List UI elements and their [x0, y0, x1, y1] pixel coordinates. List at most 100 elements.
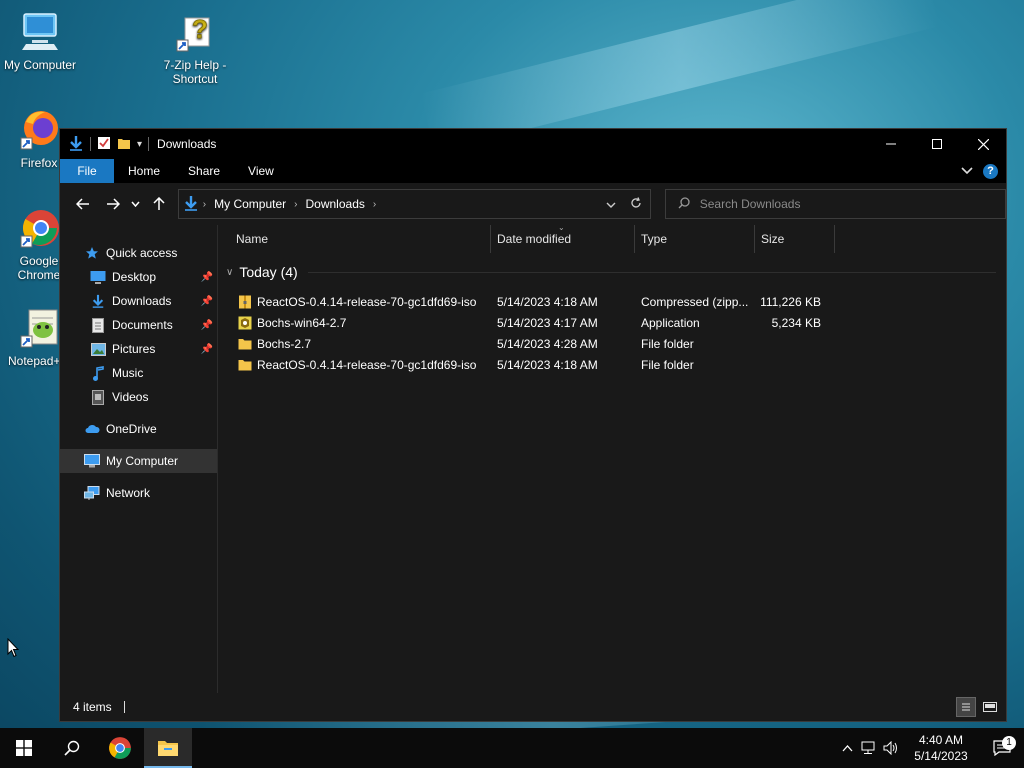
tab-share[interactable]: Share — [174, 159, 234, 183]
group-header-today[interactable]: ∨ Today (4) — [218, 259, 1006, 285]
desktop-icon-7zip-help[interactable]: ? 7-Zip Help - Shortcut — [155, 10, 235, 86]
nav-label: OneDrive — [106, 422, 157, 436]
breadcrumb-my-computer[interactable]: My Computer — [210, 197, 290, 211]
forward-button[interactable] — [98, 190, 128, 218]
pin-icon[interactable]: 📌 — [201, 272, 213, 283]
volume-icon[interactable] — [880, 741, 902, 755]
pin-icon[interactable]: 📌 — [201, 344, 213, 355]
clock-date: 5/14/2023 — [914, 749, 968, 763]
column-header-size[interactable]: Size — [755, 225, 835, 253]
clock[interactable]: 4:40 AM 5/14/2023 — [902, 732, 980, 764]
refresh-icon[interactable] — [630, 196, 642, 212]
taskbar-file-explorer-button[interactable] — [144, 728, 192, 768]
nav-item-pictures[interactable]: Pictures 📌 — [60, 337, 217, 361]
expand-ribbon-icon[interactable] — [961, 164, 973, 178]
pin-icon[interactable]: 📌 — [201, 296, 213, 307]
nav-label: Quick access — [106, 246, 178, 260]
nav-label: Music — [112, 366, 144, 380]
nav-item-videos[interactable]: Videos — [60, 385, 217, 409]
documents-icon — [90, 317, 106, 333]
network-status-icon[interactable] — [858, 741, 880, 755]
status-divider — [123, 701, 125, 713]
nav-label: Downloads — [112, 294, 172, 308]
breadcrumb-separator[interactable]: › — [199, 199, 210, 210]
nav-item-desktop[interactable]: Desktop 📌 — [60, 265, 217, 289]
nav-item-onedrive[interactable]: OneDrive — [60, 417, 217, 441]
file-explorer-window[interactable]: ▾ Downloads File Home Share View ? › My … — [59, 128, 1007, 722]
search-button[interactable] — [48, 728, 96, 768]
desktop-icon-label: 7-Zip Help - Shortcut — [163, 58, 227, 86]
desktop-icon-my-computer[interactable]: My Computer — [0, 10, 80, 72]
recent-locations-button[interactable] — [128, 190, 144, 218]
address-history-dropdown[interactable] — [606, 197, 616, 211]
title-bar[interactable]: ▾ Downloads — [60, 129, 1006, 159]
file-size: 5,234 KB — [771, 315, 821, 330]
back-button[interactable] — [68, 190, 98, 218]
help-icon[interactable]: ? — [983, 163, 998, 179]
tab-home[interactable]: Home — [114, 159, 174, 183]
file-row[interactable]: Bochs-win64-2.7 5/14/2023 4:17 AM Applic… — [218, 312, 1006, 333]
file-size: 111,226 KB — [760, 294, 821, 309]
downloads-icon — [90, 293, 106, 309]
file-list: Name Date modified Type Size ⌄ ∨ Today (… — [218, 223, 1006, 693]
large-icons-view-button[interactable] — [980, 697, 1000, 717]
pin-icon[interactable]: 📌 — [201, 320, 213, 331]
column-headers: Name Date modified Type Size ⌄ — [218, 223, 1006, 253]
nav-item-quick-access[interactable]: Quick access — [60, 241, 217, 265]
breadcrumb-separator[interactable]: › — [290, 199, 301, 210]
address-bar[interactable]: › My Computer › Downloads › — [177, 189, 651, 219]
close-button[interactable] — [960, 129, 1006, 159]
file-type: File folder — [641, 336, 694, 351]
nav-item-music[interactable]: Music — [60, 361, 217, 385]
star-icon — [84, 245, 100, 261]
computer-icon — [18, 10, 62, 54]
start-button[interactable] — [0, 728, 48, 768]
nav-item-documents[interactable]: Documents 📌 — [60, 313, 217, 337]
system-tray: 4:40 AM 5/14/2023 1 — [836, 728, 1024, 768]
collapse-group-icon[interactable]: ∨ — [226, 267, 233, 278]
customize-toolbar-icon[interactable]: ▾ — [137, 139, 142, 150]
file-type: File folder — [641, 357, 694, 372]
window-title: Downloads — [157, 137, 217, 151]
taskbar-chrome-button[interactable] — [96, 728, 144, 768]
sort-indicator-icon: ⌄ — [558, 223, 565, 232]
new-folder-icon[interactable] — [117, 136, 131, 153]
file-row[interactable]: Bochs-2.7 5/14/2023 4:28 AM File folder — [218, 333, 1006, 354]
breadcrumb-downloads[interactable]: Downloads — [302, 197, 369, 211]
show-hidden-icons-chevron-icon[interactable] — [836, 744, 858, 752]
file-name: ReactOS-0.4.14-release-70-gc1dfd69-iso — [257, 294, 477, 309]
tab-file[interactable]: File — [60, 159, 114, 183]
search-input[interactable] — [699, 197, 980, 211]
nav-label: Documents — [112, 318, 173, 332]
up-button[interactable] — [144, 190, 174, 218]
folder-icon — [238, 358, 252, 372]
quick-access-toolbar: ▾ — [68, 135, 150, 154]
file-row[interactable]: ReactOS-0.4.14-release-70-gc1dfd69-iso 5… — [218, 354, 1006, 375]
details-view-button[interactable] — [956, 697, 976, 717]
nav-label: Desktop — [112, 270, 157, 284]
maximize-button[interactable] — [914, 129, 960, 159]
minimize-button[interactable] — [868, 129, 914, 159]
item-count: 4 items — [73, 700, 112, 714]
nav-item-my-computer[interactable]: My Computer — [60, 449, 217, 473]
taskbar: 4:40 AM 5/14/2023 1 — [0, 728, 1024, 768]
svg-text:?: ? — [192, 14, 208, 44]
nav-item-downloads[interactable]: Downloads 📌 — [60, 289, 217, 313]
search-box[interactable] — [664, 189, 1007, 219]
notification-count-badge: 1 — [1002, 736, 1016, 750]
tab-view[interactable]: View — [234, 159, 288, 183]
group-label: Today (4) — [239, 264, 298, 280]
column-header-type[interactable]: Type — [635, 225, 755, 253]
nav-item-network[interactable]: Network — [60, 481, 217, 505]
nav-label: Videos — [112, 390, 149, 404]
properties-icon[interactable] — [97, 136, 111, 153]
file-row[interactable]: ReactOS-0.4.14-release-70-gc1dfd69-iso 5… — [218, 291, 1006, 312]
file-name: ReactOS-0.4.14-release-70-gc1dfd69-iso — [257, 357, 477, 372]
column-header-name[interactable]: Name — [218, 225, 491, 253]
action-center-button[interactable]: 1 — [980, 736, 1024, 756]
breadcrumb-separator[interactable]: › — [369, 199, 380, 210]
group-divider — [307, 271, 996, 273]
file-name: Bochs-2.7 — [257, 336, 312, 351]
firefox-icon — [17, 108, 61, 152]
chrome-icon — [17, 206, 61, 250]
